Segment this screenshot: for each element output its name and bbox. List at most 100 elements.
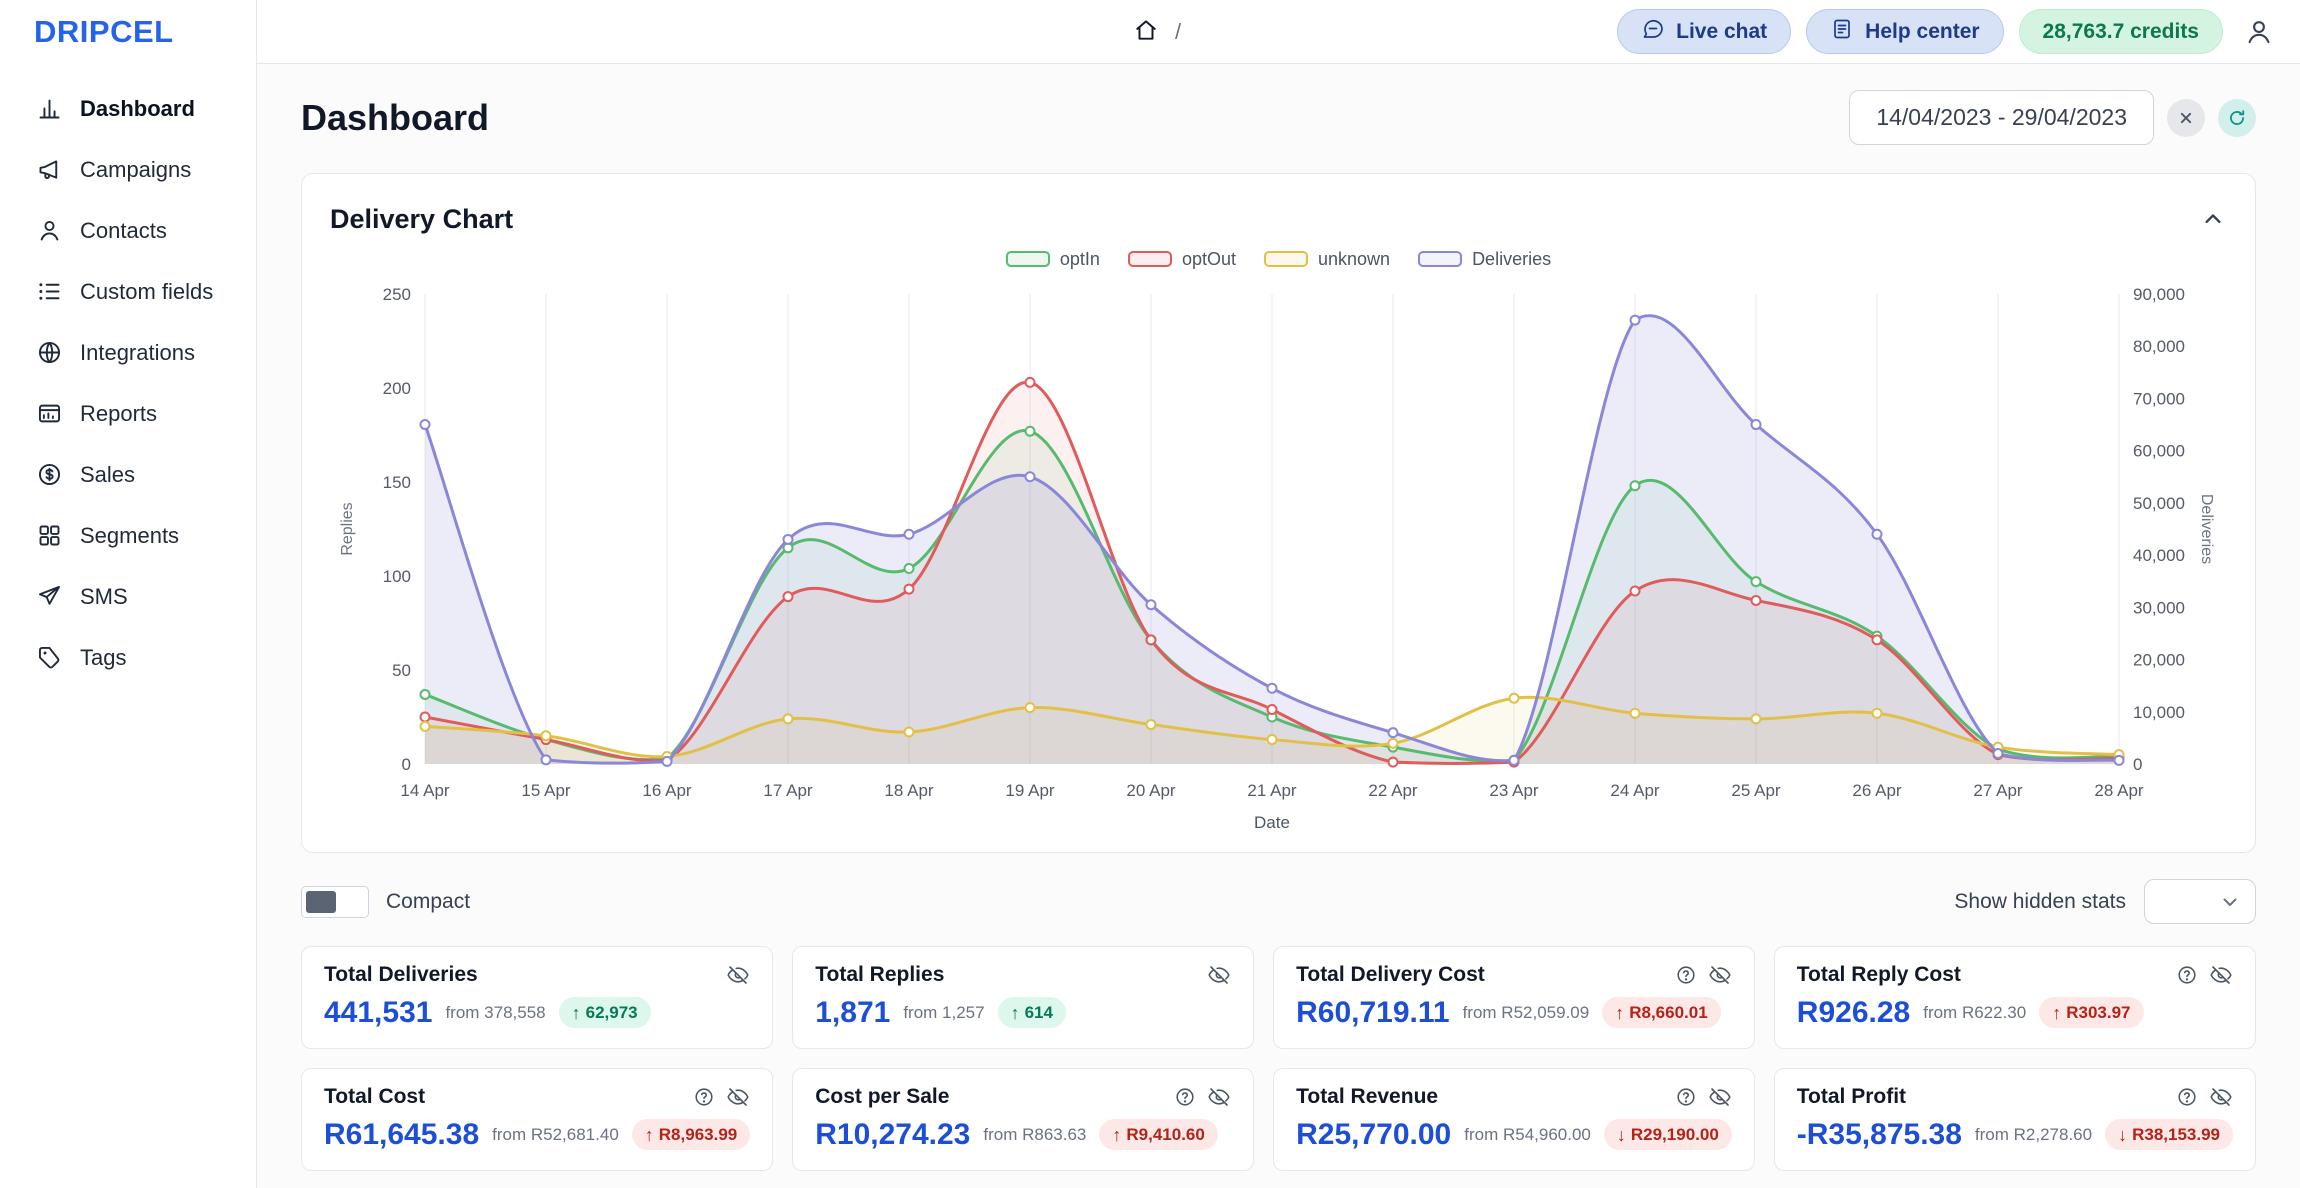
- chart-card-header: Delivery Chart: [330, 198, 2227, 240]
- chart-legend: optIn optOut unknown Deliveries: [330, 246, 2227, 272]
- hide-stat-icon[interactable]: [1708, 963, 1732, 987]
- collapse-chart-icon[interactable]: [2199, 205, 2227, 233]
- svg-text:17 Apr: 17 Apr: [763, 781, 812, 800]
- svg-text:14 Apr: 14 Apr: [400, 781, 449, 800]
- sidebar-item-label: SMS: [80, 584, 128, 610]
- svg-text:60,000: 60,000: [2133, 442, 2185, 461]
- sidebar-item-custom-fields[interactable]: Custom fields: [0, 261, 256, 322]
- compact-toggle[interactable]: [301, 886, 369, 918]
- stat-change-badge: ↑ 614: [998, 997, 1066, 1028]
- credits-badge[interactable]: 28,763.7 credits: [2019, 9, 2223, 54]
- hidden-stats-control: Show hidden stats: [1954, 879, 2256, 924]
- hide-stat-icon[interactable]: [2209, 963, 2233, 987]
- compact-control: Compact: [301, 886, 470, 918]
- stat-value: 441,531: [324, 998, 432, 1028]
- segments-icon: [36, 522, 63, 549]
- help-icon[interactable]: [1675, 1086, 1697, 1108]
- stat-from: from R54,960.00: [1464, 1125, 1591, 1145]
- legend-item-optin[interactable]: optIn: [1006, 249, 1100, 270]
- stat-value: R60,719.11: [1296, 998, 1449, 1028]
- stat-from: from R52,059.09: [1463, 1003, 1590, 1023]
- user-avatar-icon[interactable]: [2244, 17, 2274, 47]
- hidden-stats-dropdown[interactable]: [2144, 879, 2256, 924]
- sidebar-item-reports[interactable]: Reports: [0, 383, 256, 444]
- clear-date-button[interactable]: [2167, 99, 2205, 137]
- date-range-input[interactable]: 14/04/2023 - 29/04/2023: [1849, 90, 2154, 145]
- home-icon[interactable]: [1133, 17, 1159, 48]
- legend-item-deliveries[interactable]: Deliveries: [1418, 249, 1551, 270]
- stat-value: R61,645.38: [324, 1120, 479, 1150]
- change-arrow-icon: ↓: [1617, 1126, 1626, 1144]
- stat-change-badge: ↑ R8,660.01: [1602, 997, 1720, 1028]
- svg-text:16 Apr: 16 Apr: [642, 781, 691, 800]
- stat-from: from 378,558: [445, 1003, 545, 1023]
- stat-change-badge: ↑ R9,410.60: [1099, 1119, 1217, 1150]
- hide-stat-icon[interactable]: [726, 963, 750, 987]
- stats-controls-row: Compact Show hidden stats: [301, 879, 2256, 924]
- help-icon[interactable]: [1675, 964, 1697, 986]
- stat-from: from R622.30: [1923, 1003, 2026, 1023]
- stat-card-cost-per-sale: Cost per Sale R10,274.23 from R863.63 ↑ …: [792, 1068, 1254, 1171]
- sidebar: DRIPCEL DashboardCampaignsContactsCustom…: [0, 0, 257, 1188]
- brand-logo: DRIPCEL: [0, 0, 256, 64]
- change-arrow-icon: ↓: [2118, 1126, 2127, 1144]
- legend-item-optout[interactable]: optOut: [1128, 249, 1236, 270]
- main-area: / Live chat Help center 28,763.7 credits: [257, 0, 2300, 1188]
- sales-icon: [36, 461, 63, 488]
- help-center-button[interactable]: Help center: [1806, 9, 2003, 54]
- breadcrumb-separator: /: [1175, 19, 1181, 45]
- svg-text:18 Apr: 18 Apr: [884, 781, 933, 800]
- sidebar-item-tags[interactable]: Tags: [0, 627, 256, 688]
- stat-title: Total Reply Cost: [1797, 963, 1961, 987]
- stats-grid: Total Deliveries 441,531 from 378,558 ↑ …: [301, 946, 2256, 1171]
- stat-title: Total Revenue: [1296, 1085, 1438, 1109]
- app-root: DRIPCEL DashboardCampaignsContactsCustom…: [0, 0, 2300, 1188]
- show-hidden-stats-label: Show hidden stats: [1954, 890, 2126, 914]
- legend-item-unknown[interactable]: unknown: [1264, 249, 1390, 270]
- sidebar-item-campaigns[interactable]: Campaigns: [0, 139, 256, 200]
- help-icon[interactable]: [1174, 1086, 1196, 1108]
- document-icon: [1830, 17, 1854, 47]
- stat-from: from 1,257: [903, 1003, 984, 1023]
- hide-stat-icon[interactable]: [1207, 1085, 1231, 1109]
- change-value: R8,660.01: [1629, 1003, 1707, 1023]
- sidebar-item-label: Segments: [80, 523, 179, 549]
- hide-stat-icon[interactable]: [1207, 963, 1231, 987]
- topbar: / Live chat Help center 28,763.7 credits: [257, 0, 2300, 64]
- change-arrow-icon: ↑: [572, 1004, 581, 1022]
- svg-text:27 Apr: 27 Apr: [1973, 781, 2022, 800]
- svg-text:0: 0: [402, 755, 411, 774]
- hide-stat-icon[interactable]: [2209, 1085, 2233, 1109]
- change-value: R9,410.60: [1126, 1125, 1204, 1145]
- svg-text:0: 0: [2133, 755, 2142, 774]
- hide-stat-icon[interactable]: [1708, 1085, 1732, 1109]
- refresh-button[interactable]: [2218, 99, 2256, 137]
- sidebar-item-integrations[interactable]: Integrations: [0, 322, 256, 383]
- sidebar-item-segments[interactable]: Segments: [0, 505, 256, 566]
- sidebar-item-sales[interactable]: Sales: [0, 444, 256, 505]
- stat-value: R10,274.23: [815, 1120, 970, 1150]
- svg-text:40,000: 40,000: [2133, 546, 2185, 565]
- sidebar-item-sms[interactable]: SMS: [0, 566, 256, 627]
- stat-card-total-reply-cost: Total Reply Cost R926.28 from R622.30 ↑ …: [1774, 946, 2256, 1049]
- compact-label: Compact: [386, 890, 470, 914]
- help-icon[interactable]: [2176, 1086, 2198, 1108]
- svg-text:200: 200: [383, 379, 411, 398]
- sidebar-item-contacts[interactable]: Contacts: [0, 200, 256, 261]
- date-range-value: 14/04/2023 - 29/04/2023: [1876, 104, 2127, 131]
- hide-stat-icon[interactable]: [726, 1085, 750, 1109]
- stat-card-total-profit: Total Profit -R35,875.38 from R2,278.60 …: [1774, 1068, 2256, 1171]
- sidebar-item-dashboard[interactable]: Dashboard: [0, 78, 256, 139]
- help-icon[interactable]: [2176, 964, 2198, 986]
- help-icon[interactable]: [693, 1086, 715, 1108]
- svg-text:50,000: 50,000: [2133, 494, 2185, 513]
- tags-icon: [36, 644, 63, 671]
- svg-text:100: 100: [383, 567, 411, 586]
- chart-title: Delivery Chart: [330, 204, 513, 235]
- legend-swatch: [1128, 251, 1172, 267]
- change-value: 62,973: [586, 1003, 638, 1023]
- svg-text:Deliveries: Deliveries: [2198, 494, 2215, 564]
- live-chat-button[interactable]: Live chat: [1617, 9, 1791, 54]
- chat-icon: [1641, 17, 1665, 47]
- stat-card-total-deliveries: Total Deliveries 441,531 from 378,558 ↑ …: [301, 946, 773, 1049]
